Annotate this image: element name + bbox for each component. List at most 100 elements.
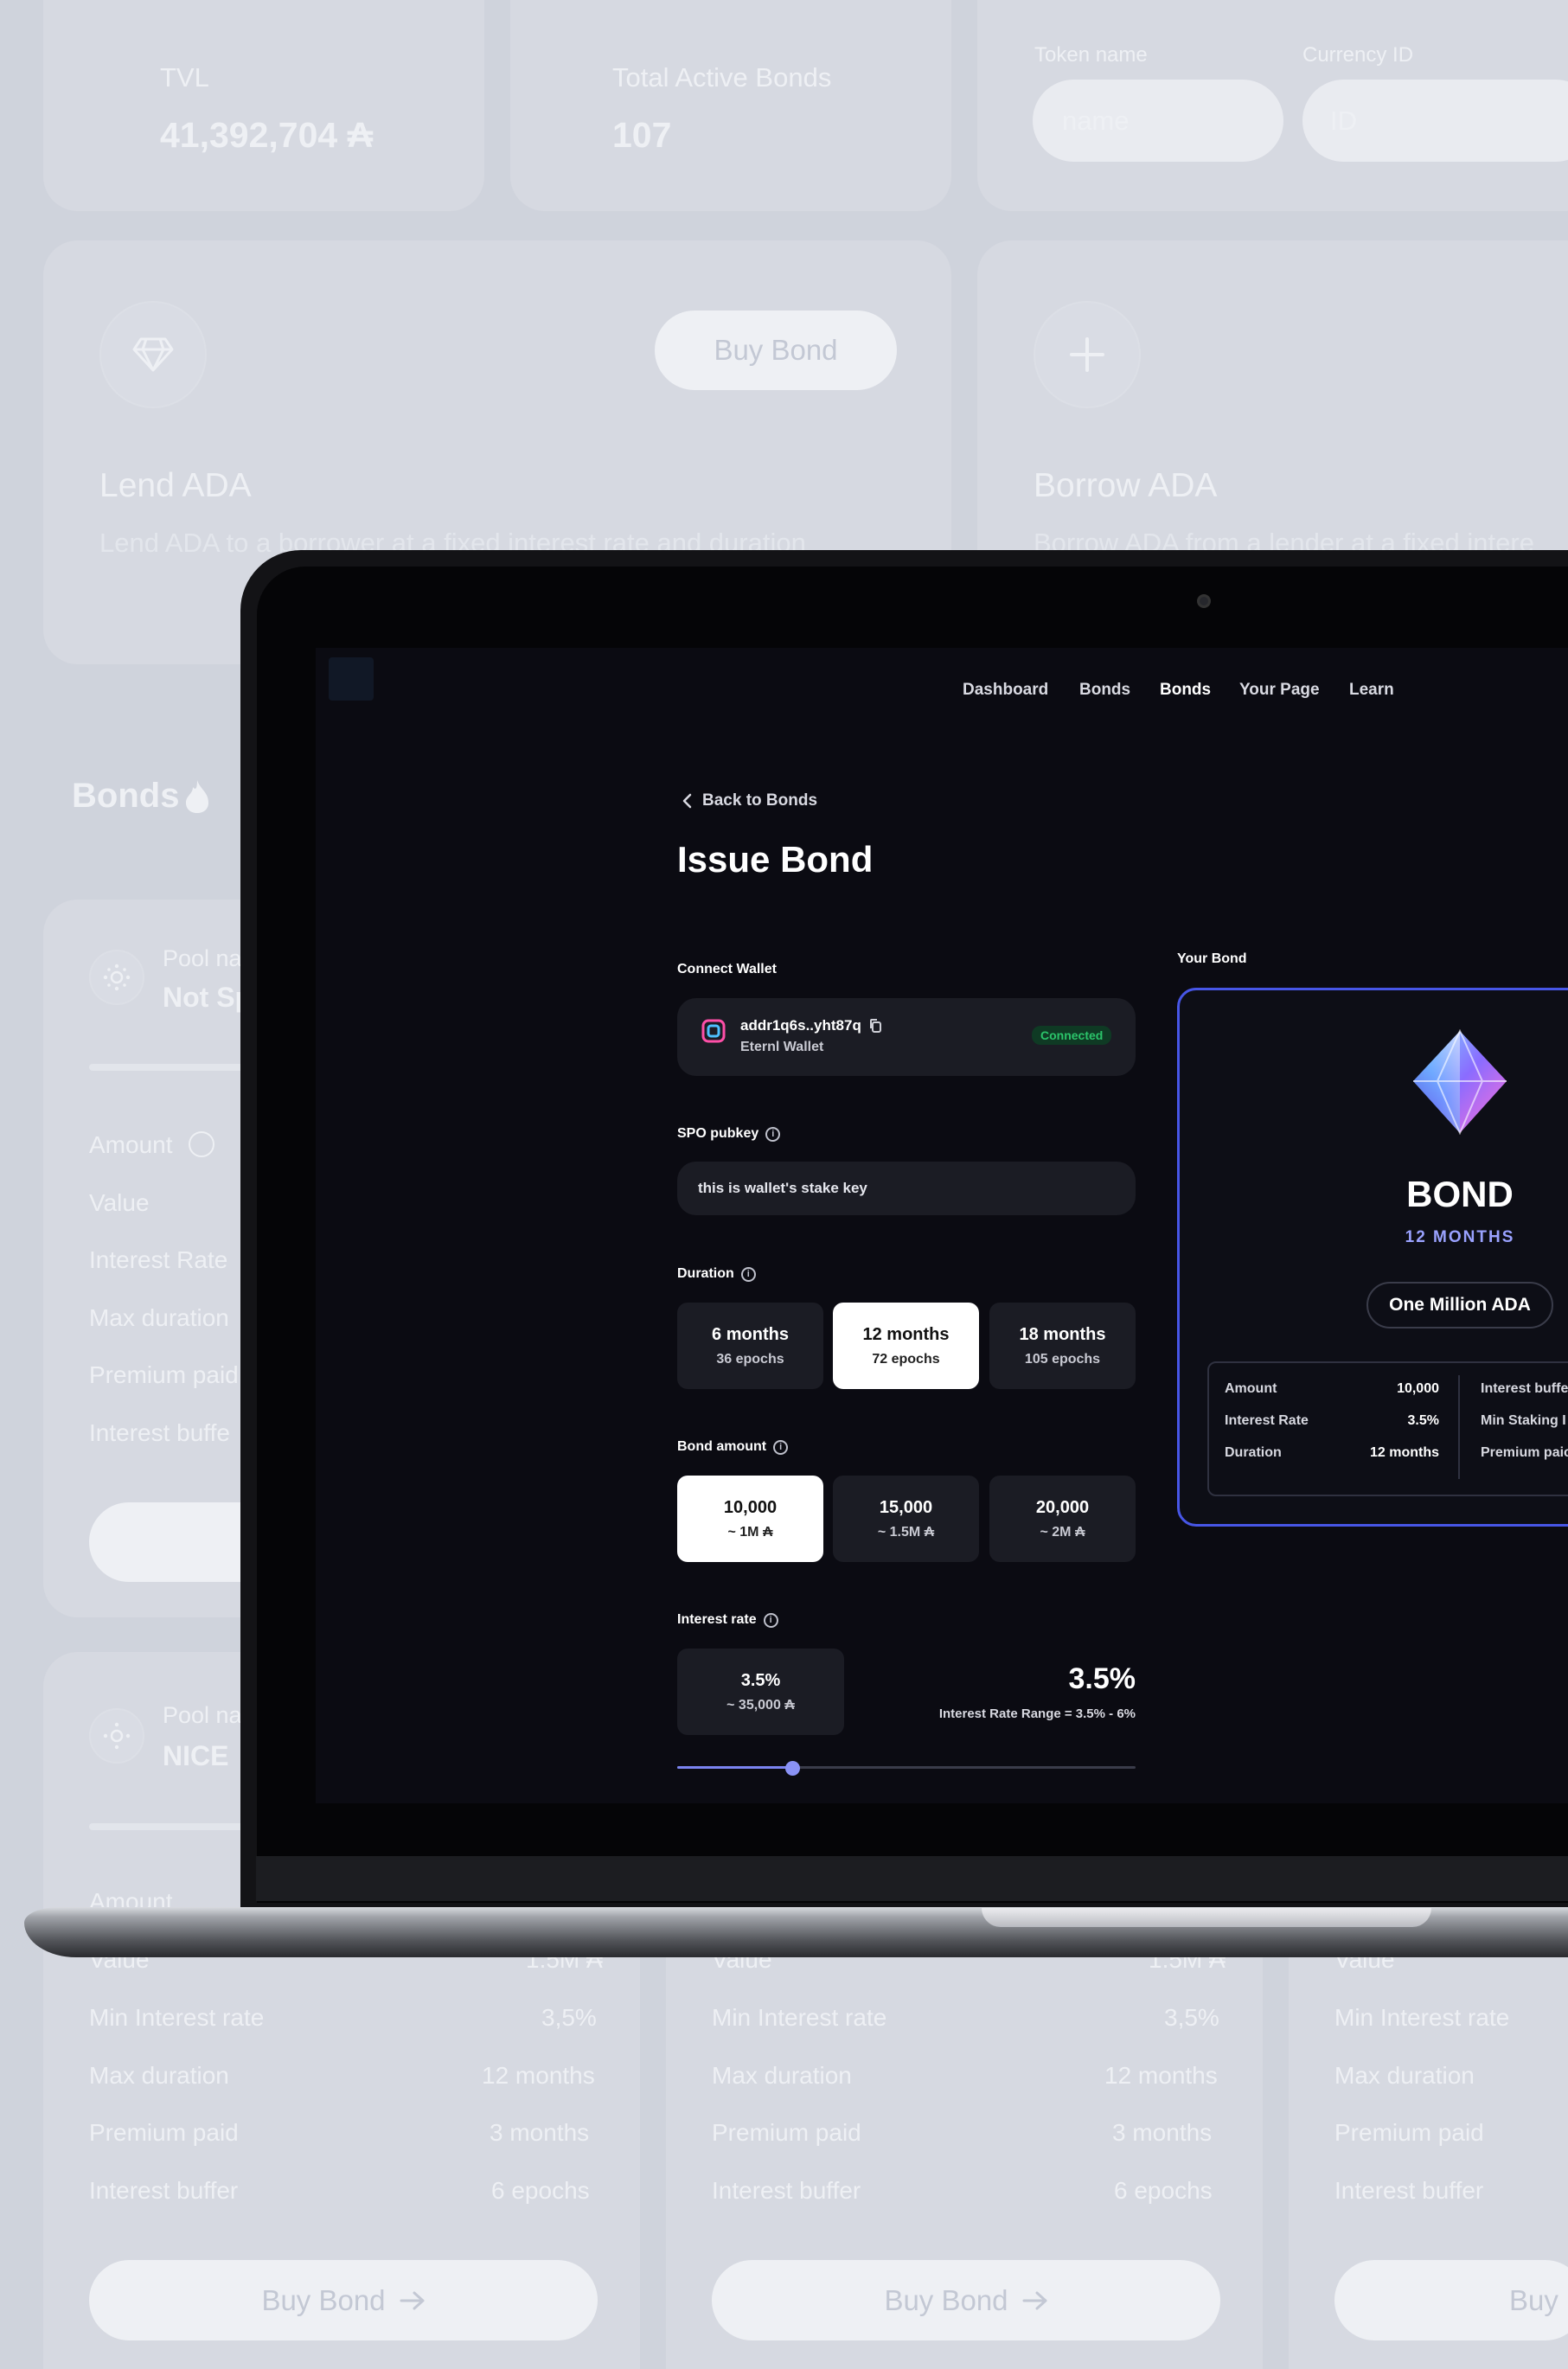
row-interest-label: Interest Rate: [89, 1246, 228, 1273]
info-icon[interactable]: i: [773, 1439, 789, 1455]
token-name-label: Token name: [1034, 43, 1148, 67]
spo-label: SPO pubkey i: [677, 1126, 781, 1142]
info-icon[interactable]: i: [763, 1612, 778, 1628]
option-sub: 105 epochs: [1024, 1351, 1101, 1367]
row-label: Max duration: [1334, 2062, 1475, 2089]
detail-value: 12 months: [1369, 1445, 1439, 1460]
pool-name-label: Pool na: [163, 1702, 242, 1728]
info-icon[interactable]: i: [765, 1126, 781, 1142]
nav-your-page[interactable]: Your Page: [1239, 681, 1320, 700]
nav-learn[interactable]: Learn: [1349, 681, 1394, 700]
lend-buy-bond-label: Buy Bond: [714, 334, 838, 366]
row-label: Premium paid: [712, 2119, 861, 2146]
connected-badge: Connected: [1032, 1026, 1112, 1045]
back-link[interactable]: Back to Bonds: [682, 791, 817, 810]
row-label: Interest buffer: [1334, 2177, 1484, 2204]
active-bonds-value: 107: [612, 115, 672, 155]
interest-slider[interactable]: [677, 1761, 1136, 1776]
option-main: 20,000: [1035, 1497, 1090, 1517]
slider-thumb[interactable]: [784, 1761, 800, 1776]
duration-label: Duration i: [677, 1266, 756, 1282]
option-sub: ~ 1.5M ₳: [877, 1524, 935, 1540]
lend-buy-bond-button[interactable]: Buy Bond: [655, 311, 897, 390]
option-sub: ~ 2M ₳: [1040, 1524, 1085, 1540]
detail-label: Min Staking I: [1481, 1413, 1566, 1428]
spo-label-text: SPO pubkey: [677, 1126, 759, 1141]
detail-label: Duration: [1225, 1445, 1282, 1460]
row-label: Interest buffer: [712, 2177, 861, 2204]
row-label: Min Interest rate: [712, 2004, 887, 2031]
buy-bond-button-2[interactable]: Buy Bond: [712, 2260, 1220, 2340]
detail-label: Amount: [1225, 1381, 1277, 1396]
app-logo[interactable]: [329, 657, 374, 701]
tvl-value: 41,392,704 ₳: [160, 115, 374, 155]
interest-box-sub: ~ 35,000 ₳: [726, 1697, 795, 1713]
buy-bond-button-1[interactable]: Buy Bond: [89, 2260, 598, 2340]
nav-bonds[interactable]: Bonds: [1079, 681, 1130, 700]
info-icon[interactable]: i: [740, 1266, 756, 1282]
active-bonds-label: Total Active Bonds: [612, 62, 832, 93]
copy-icon[interactable]: [868, 1018, 882, 1034]
connect-wallet-label: Connect Wallet: [677, 962, 777, 976]
interest-box: 3.5% ~ 35,000 ₳: [677, 1649, 844, 1735]
bond-amount-label: Bond amount i: [677, 1439, 789, 1455]
bond-amount-pill: One Million ADA: [1366, 1282, 1553, 1329]
arrow-right-icon: [1022, 2291, 1047, 2309]
lend-title: Lend ADA: [99, 467, 252, 504]
row-maxdur-label: Max duration: [89, 1304, 229, 1331]
pool-logo-icon: [89, 1708, 144, 1764]
duration-option-6[interactable]: 6 months 36 epochs: [677, 1303, 823, 1389]
row-value-label: Value: [89, 1189, 150, 1216]
amount-option-20000[interactable]: 20,000 ~ 2M ₳: [989, 1476, 1136, 1562]
amount-option-15000[interactable]: 15,000 ~ 1.5M ₳: [833, 1476, 979, 1562]
borrow-title: Borrow ADA: [1034, 467, 1218, 504]
flame-icon: [186, 780, 208, 813]
tvl-card: [43, 0, 484, 211]
duration-option-12[interactable]: 12 months 72 epochs: [833, 1303, 979, 1389]
detail-label: Interest Rate: [1225, 1413, 1309, 1428]
option-main: 10,000: [723, 1497, 778, 1517]
row-label: Max duration: [89, 2062, 229, 2089]
laptop-notch: [982, 1908, 1431, 1927]
buy-bond-button-3[interactable]: Buy B: [1334, 2260, 1568, 2340]
row-label: Interest buffer: [89, 2177, 239, 2204]
interest-rate-label-text: Interest rate: [677, 1612, 757, 1627]
plus-icon: [1034, 301, 1141, 408]
your-bond-label: Your Bond: [1177, 951, 1247, 966]
detail-value: 10,000: [1397, 1381, 1439, 1396]
token-name-placeholder: name: [1062, 106, 1130, 136]
table-divider: [1458, 1375, 1460, 1479]
currency-id-placeholder: ID: [1330, 106, 1357, 136]
wallet-address-text: addr1q6s..yht87q: [740, 1017, 861, 1034]
row-label: Premium paid: [89, 2119, 239, 2146]
row-label: Min Interest rate: [1334, 2004, 1510, 2031]
tvl-label: TVL: [160, 62, 209, 93]
chevron-left-icon: [682, 793, 692, 809]
row-label: Max duration: [712, 2062, 852, 2089]
row-value: 6 epochs: [1114, 2177, 1213, 2204]
duration-option-18[interactable]: 18 months 105 epochs: [989, 1303, 1136, 1389]
detail-label: Premium paic: [1481, 1445, 1568, 1460]
row-value: 6 epochs: [491, 2177, 590, 2204]
detail-label: Interest buffe: [1481, 1381, 1568, 1396]
interest-rate-label: Interest rate i: [677, 1612, 778, 1628]
bond-subtitle: 12 MONTHS: [1405, 1228, 1515, 1246]
spo-value: this is wallet's stake key: [698, 1180, 867, 1196]
bond-title: BOND: [1406, 1174, 1514, 1214]
slider-fill: [677, 1766, 792, 1769]
option-sub: ~ 1M ₳: [727, 1524, 773, 1540]
info-icon: [189, 1131, 214, 1157]
option-sub: 72 epochs: [872, 1351, 940, 1367]
row-value: 3,5%: [1164, 2004, 1219, 2031]
option-sub: 36 epochs: [716, 1351, 784, 1367]
page-title: Issue Bond: [677, 839, 874, 880]
eternl-wallet-icon: [701, 1019, 726, 1043]
diamond-gem-icon: [1413, 1029, 1507, 1135]
active-bonds-card: [510, 0, 951, 211]
row-value: 3 months: [490, 2119, 590, 2146]
nav-bonds-active[interactable]: Bonds: [1160, 681, 1211, 700]
row-value: 3 months: [1112, 2119, 1213, 2146]
amount-option-10000[interactable]: 10,000 ~ 1M ₳: [677, 1476, 823, 1562]
row-buffer-label: Interest buffe: [89, 1419, 230, 1446]
nav-dashboard[interactable]: Dashboard: [963, 681, 1048, 700]
